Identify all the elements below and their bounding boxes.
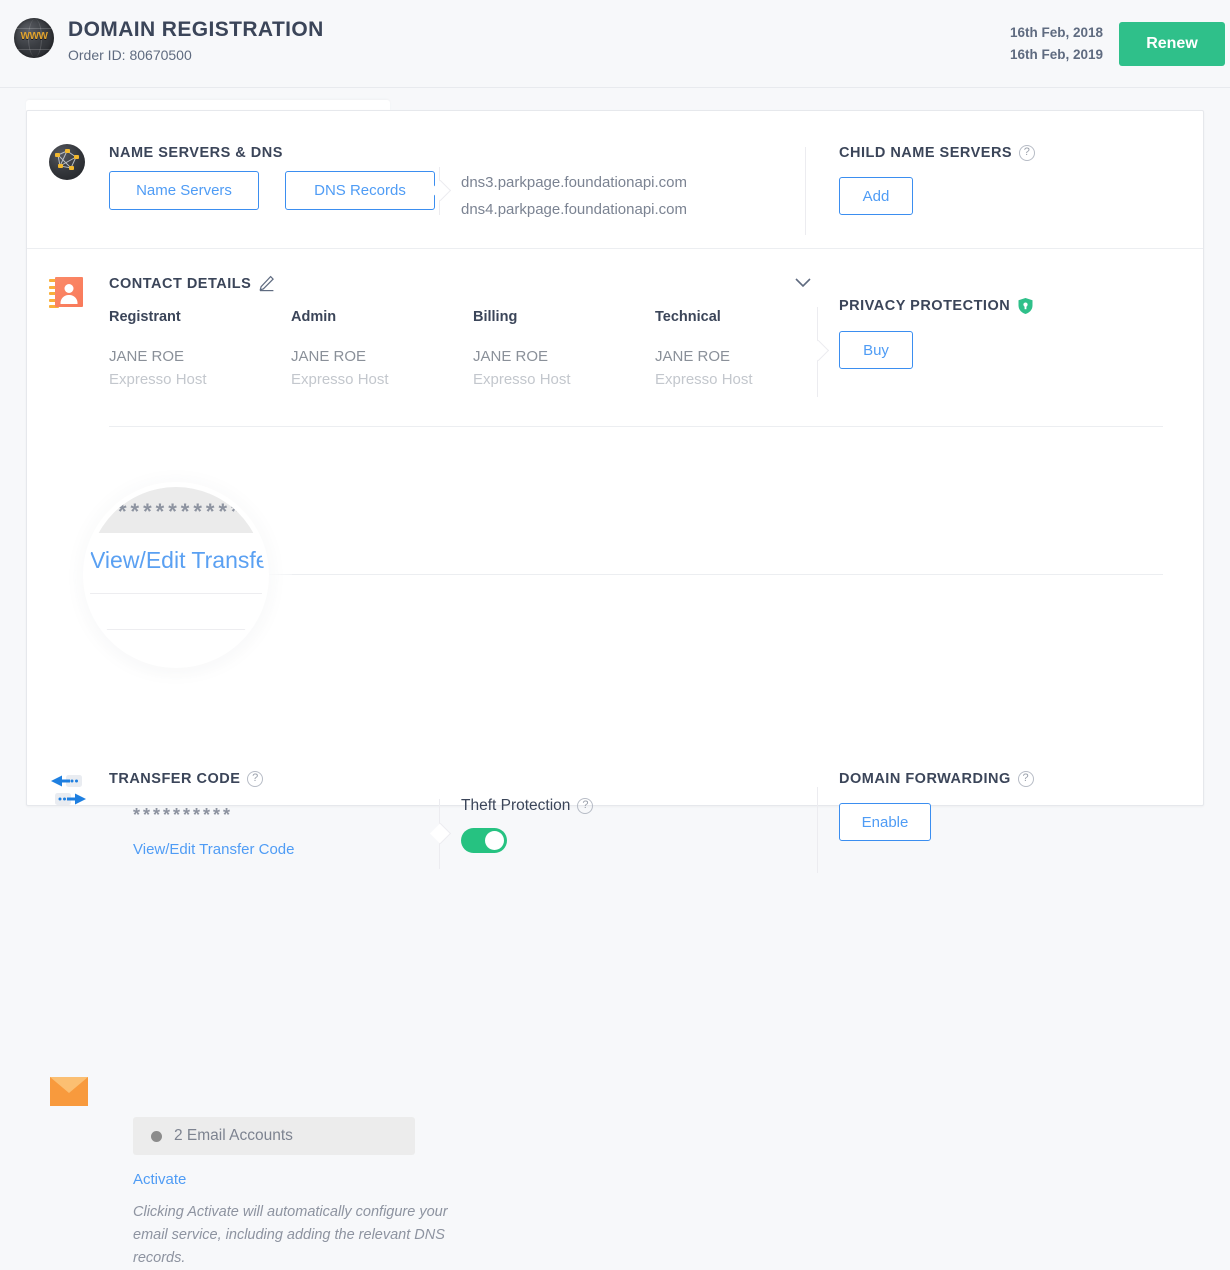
privacy-protection-group: PRIVACY PROTECTION Buy [839,297,1034,369]
contact-org: Expresso Host [473,371,571,388]
renew-button[interactable]: Renew [1119,22,1225,66]
email-accounts-pill[interactable]: 2 Email Accounts [133,1117,415,1155]
contact-org: Expresso Host [109,371,207,388]
start-date: 16th Feb, 2018 [1009,25,1103,40]
theft-protection-group: Theft Protection ? [461,797,594,853]
contact-role: Billing [473,309,518,325]
theft-protection-toggle[interactable] [461,828,507,853]
name-servers-title: NAME SERVERS & DNS [109,145,283,161]
contact-org: Expresso Host [291,371,389,388]
column-divider [429,167,452,215]
activate-email-link[interactable]: Activate [133,1171,186,1188]
envelope-icon [49,1077,89,1107]
contact-column-registrant: Registrant JANE ROE Expresso Host [109,309,291,388]
name-servers-section: NAME SERVERS & DNS Name Servers DNS Reco… [27,111,1203,249]
section-divider-vertical [809,787,827,873]
globe-www-label: WWW [20,31,48,42]
contact-details-title: CONTACT DETAILS [109,275,275,292]
header-identity: WWW DOMAIN REGISTRATION Order ID: 806705… [14,18,324,64]
page-title: DOMAIN REGISTRATION [68,18,324,41]
contact-column-admin: Admin JANE ROE Expresso Host [291,309,473,388]
header-actions: 16th Feb, 2018 16th Feb, 2019 Renew [1010,22,1230,66]
view-edit-transfer-code-link[interactable]: View/Edit Transfer Code [133,841,294,858]
domain-forwarding-group: DOMAIN FORWARDING ? Enable [839,771,1034,841]
globe-www-icon: WWW [14,18,54,58]
expiry-date: 16th Feb, 2019 [1009,47,1103,62]
help-icon[interactable]: ? [1019,145,1036,161]
domain-details-card: NAME SERVERS & DNS Name Servers DNS Reco… [26,110,1204,1266]
contact-details-title-text: CONTACT DETAILS [109,275,252,292]
column-divider [429,799,452,869]
transfer-code-masked: ********** [133,805,234,825]
contact-details-section: CONTACT DETAILS Registrant JANE ROE Expr… [27,249,1203,427]
order-id: Order ID: 80670500 [68,47,192,63]
theft-protection-label-text: Theft Protection [461,797,571,814]
name-server-list: dns3.parkpage.foundationapi.com dns4.par… [461,169,687,223]
contact-role: Registrant [109,309,181,325]
email-activate-note: Clicking Activate will automatically con… [133,1204,448,1266]
name-servers-buttons: Name Servers DNS Records [109,171,435,210]
email-section: 2 Email Accounts Activate Clicking Activ… [27,575,1203,1266]
privacy-protection-title-text: PRIVACY PROTECTION [839,298,1011,314]
chevron-down-icon[interactable] [791,271,815,295]
registration-dates: 16th Feb, 2018 16th Feb, 2019 [1010,22,1119,66]
section-divider-vertical [797,147,815,235]
address-book-cover [55,277,83,307]
contact-column-billing: Billing JANE ROE Expresso Host [473,309,655,388]
section-divider-vertical [807,307,830,397]
name-servers-title-text: NAME SERVERS & DNS [109,145,283,161]
pencil-icon[interactable] [258,275,275,292]
network-globe-icon [49,144,85,180]
contact-columns: Registrant JANE ROE Expresso Host Admin … [109,309,837,388]
status-dot-icon [151,1130,162,1142]
child-name-servers-group: CHILD NAME SERVERS ? Add [839,145,1036,215]
shield-icon [1017,297,1034,315]
name-servers-button[interactable]: Name Servers [109,171,259,210]
dns-records-button[interactable]: DNS Records [285,171,435,210]
toggle-knob [485,831,504,850]
name-server-2: dns4.parkpage.foundationapi.com [461,201,687,218]
theft-protection-label: Theft Protection ? [461,797,594,815]
child-name-servers-title-text: CHILD NAME SERVERS [839,145,1013,161]
address-book-icon [49,277,83,308]
page-header: WWW DOMAIN REGISTRATION Order ID: 806705… [0,0,1230,88]
child-name-servers-title: CHILD NAME SERVERS ? [839,145,1036,161]
buy-privacy-protection-button[interactable]: Buy [839,331,913,369]
transfer-arrows-icon [49,773,89,811]
email-accounts-label: 2 Email Accounts [174,1127,293,1144]
contact-name: JANE ROE [109,348,185,365]
transfer-code-section: TRANSFER CODE ? ********** View/Edit Tra… [27,427,1203,873]
person-glyph [60,284,78,304]
contact-name: JANE ROE [291,348,367,365]
privacy-protection-title: PRIVACY PROTECTION [839,297,1034,315]
name-server-1: dns3.parkpage.foundationapi.com [461,174,687,191]
contact-name: JANE ROE [473,348,549,365]
enable-domain-forwarding-button[interactable]: Enable [839,803,931,841]
help-icon[interactable]: ? [577,798,594,814]
add-child-name-server-button[interactable]: Add [839,177,913,215]
contact-role: Admin [291,309,337,325]
